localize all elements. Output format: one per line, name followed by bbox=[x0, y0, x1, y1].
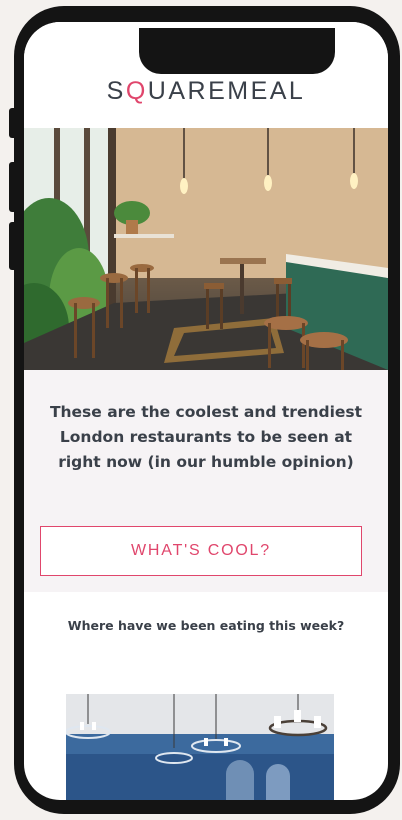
squaremeal-logo[interactable]: SQUAREMEAL bbox=[24, 77, 388, 106]
mockup-stage: SQUAREMEAL These are the coolest and tre… bbox=[0, 0, 402, 820]
featured-restaurant-image[interactable] bbox=[66, 694, 334, 800]
headline-text: These are the coolest and trendiest Lond… bbox=[49, 403, 363, 471]
phone-screen: SQUAREMEAL These are the coolest and tre… bbox=[24, 22, 388, 800]
whats-cool-button[interactable]: WHAT'S COOL? bbox=[40, 526, 362, 576]
section-subheading: Where have we been eating this week? bbox=[67, 618, 345, 633]
hero-restaurant-image[interactable] bbox=[24, 128, 388, 370]
logo-pin-o: Q bbox=[125, 77, 148, 105]
chandelier-dining-room-illustration bbox=[66, 694, 334, 800]
phone-notch bbox=[139, 28, 335, 74]
restaurant-interior-illustration bbox=[24, 128, 388, 370]
headline-section: These are the coolest and trendiest Lond… bbox=[24, 370, 388, 592]
